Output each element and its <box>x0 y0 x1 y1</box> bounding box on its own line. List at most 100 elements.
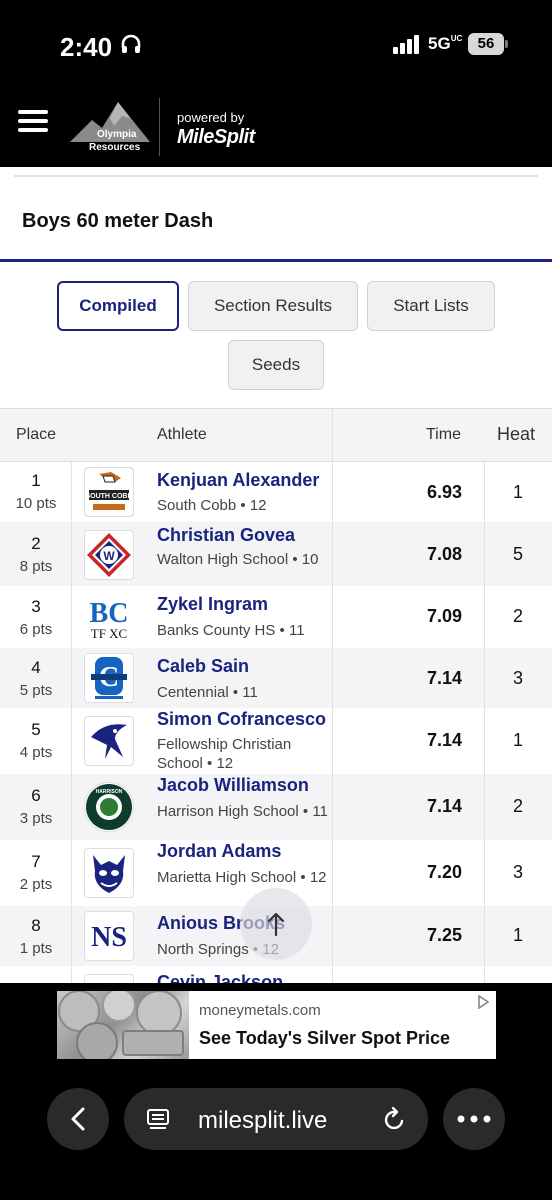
athlete-school: Banks County HS • 11 <box>157 622 305 639</box>
header-heat: Heat <box>497 424 536 444</box>
heat-number: 1 <box>512 482 523 502</box>
athlete-name[interactable]: Jacob Williamson <box>157 775 309 796</box>
result-time: 7.08 <box>426 544 462 564</box>
tab-start-lists[interactable]: Start Lists <box>367 281 495 331</box>
heat-number: 3 <box>512 668 523 688</box>
result-time: 7.09 <box>426 606 462 626</box>
address-bar[interactable]: milesplit.live <box>124 1088 428 1150</box>
main-content: Boys 60 meter Dash Compiled Section Resu… <box>0 167 552 983</box>
headphones-icon <box>121 34 141 53</box>
table-row[interactable]: 1 10 pts SOUTH COBB Kenjuan Alexander So… <box>0 462 552 522</box>
column-divider <box>484 462 485 983</box>
result-time: 7.14 <box>426 668 462 688</box>
place-points: 3 pts <box>19 810 53 827</box>
north-springs-logo: NS <box>84 911 134 961</box>
logo-text-olympia: Olympia <box>97 129 137 140</box>
place-number: 4 <box>31 658 41 677</box>
back-button[interactable] <box>47 1088 109 1150</box>
header-place: Place <box>16 426 57 443</box>
athlete-name[interactable]: Caleb Sain <box>157 656 249 677</box>
place-points: 4 pts <box>19 744 53 761</box>
chevron-left-icon <box>71 1107 85 1131</box>
header-time: Time <box>426 426 461 443</box>
harrison-logo: HARRISON <box>84 782 134 832</box>
athlete-name[interactable]: Christian Govea <box>157 525 295 546</box>
athlete-school: Marietta High School • 12 <box>157 869 327 886</box>
athlete-name[interactable]: Jordan Adams <box>157 841 281 862</box>
ellipsis-icon <box>457 1115 491 1123</box>
athlete-school: Walton High School • 10 <box>157 551 319 568</box>
place-number: 2 <box>31 534 41 553</box>
title-divider <box>0 259 552 262</box>
divider <box>14 175 538 177</box>
table-row[interactable]: Cevin Jackson <box>0 966 552 983</box>
table-row[interactable]: 5 4 pts Simon Cofrancesco Fellowship Chr… <box>0 708 552 774</box>
more-options-button[interactable] <box>443 1088 505 1150</box>
scroll-to-top-button[interactable] <box>240 888 312 960</box>
marietta-logo <box>84 848 134 898</box>
place-number: 1 <box>31 471 41 490</box>
athlete-name[interactable]: Simon Cofrancesco <box>157 709 326 730</box>
result-time: 7.14 <box>426 796 462 816</box>
reload-icon[interactable] <box>382 1107 408 1133</box>
result-time: 7.14 <box>426 730 462 750</box>
heat-number: 2 <box>512 606 523 626</box>
heat-number: 3 <box>512 862 523 882</box>
logo-text-resources: Resources <box>89 142 141 153</box>
tab-seeds[interactable]: Seeds <box>228 340 324 390</box>
athlete-school: Harrison High School • 11 <box>157 803 328 820</box>
ad-headline[interactable]: See Today's Silver Spot Price <box>199 1028 450 1049</box>
place-number: 8 <box>31 916 41 935</box>
ad-domain: moneymetals.com <box>199 1002 321 1019</box>
place-points: 6 pts <box>19 621 53 638</box>
silver-coins-image <box>57 991 189 1059</box>
north-springs-logo-text: NS <box>91 922 127 953</box>
banks-logo-text: BC <box>90 598 129 629</box>
result-time: 7.25 <box>426 925 462 945</box>
reader-mode-icon[interactable] <box>146 1107 170 1131</box>
athlete-school: Fellowship Christian School • 12 <box>157 736 292 772</box>
battery-tip <box>505 40 508 48</box>
table-header: Place Athlete Time Heat <box>0 408 552 462</box>
athlete-school: South Cobb • 12 <box>157 497 267 514</box>
banks-logo-subtext: TF XC <box>91 626 127 641</box>
hamburger-menu-icon[interactable] <box>18 110 48 136</box>
tab-section-results[interactable]: Section Results <box>188 281 358 331</box>
place-number: 5 <box>31 720 41 739</box>
south-cobb-logo-text: SOUTH COBB <box>85 493 132 500</box>
team-logo <box>84 974 134 983</box>
battery-icon: 56 <box>468 33 504 55</box>
athlete-school: Centennial • 11 <box>157 684 258 701</box>
table-row[interactable]: 6 3 pts HARRISON Jacob Williamson Harris… <box>0 774 552 840</box>
place-points: 1 pts <box>19 940 53 957</box>
table-row[interactable]: 2 8 pts W Christian Govea Walton High Sc… <box>0 522 552 586</box>
browser-toolbar: milesplit.live <box>0 1071 552 1200</box>
heat-number: 2 <box>512 796 523 816</box>
athlete-name[interactable]: Kenjuan Alexander <box>157 470 319 491</box>
place-points: 5 pts <box>19 682 53 699</box>
arrow-up-icon <box>267 912 285 937</box>
powered-by-label: powered by <box>177 110 245 125</box>
table-row[interactable]: 4 5 pts C Caleb Sain Centennial • 11 7.1… <box>0 648 552 708</box>
centennial-logo: C <box>84 653 134 703</box>
status-bar: 2:40 5GUC 56 <box>0 0 552 92</box>
page-title: Boys 60 meter Dash <box>22 210 214 232</box>
network-label: 5GUC <box>428 34 463 53</box>
milesplit-brand[interactable]: MileSplit <box>177 126 255 149</box>
result-time: 7.20 <box>426 862 462 882</box>
ad-banner: moneymetals.com See Today's Silver Spot … <box>0 983 552 1071</box>
harrison-logo-text: HARRISON <box>96 789 123 795</box>
heat-number: 1 <box>512 925 523 945</box>
tab-compiled[interactable]: Compiled <box>57 281 179 331</box>
ad-box[interactable]: moneymetals.com See Today's Silver Spot … <box>57 991 496 1059</box>
place-number: 7 <box>31 852 41 871</box>
table-row[interactable]: 3 6 pts BC TF XC Zykel Ingram Banks Coun… <box>0 586 552 648</box>
result-time: 6.93 <box>426 482 462 502</box>
athlete-name[interactable]: Cevin Jackson <box>157 972 283 983</box>
athlete-name[interactable]: Zykel Ingram <box>157 594 268 615</box>
place-number: 3 <box>31 597 41 616</box>
ad-choices-icon[interactable] <box>476 995 490 1009</box>
place-points: 2 pts <box>19 876 53 893</box>
heat-number: 1 <box>512 730 523 750</box>
column-divider <box>71 462 72 983</box>
